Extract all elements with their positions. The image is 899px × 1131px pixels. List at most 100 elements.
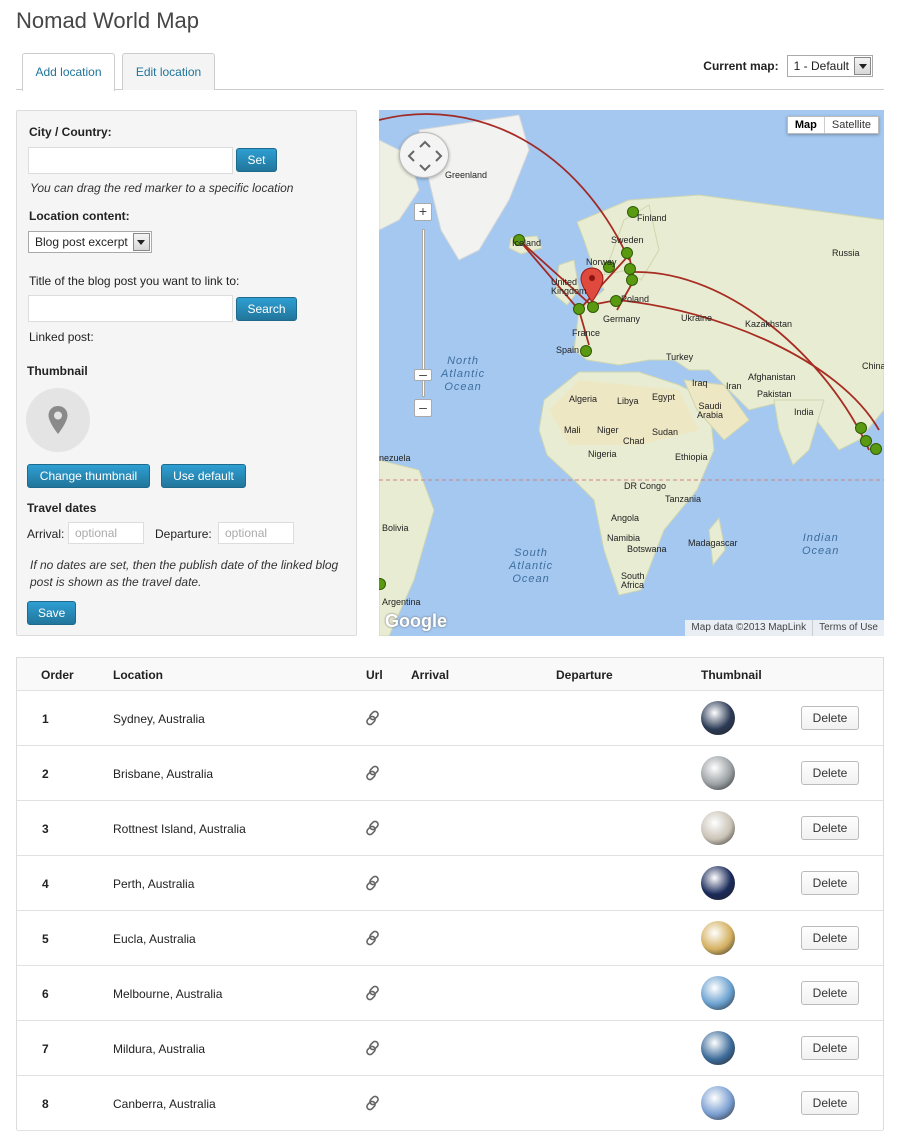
current-map-select[interactable]: 1 - Default (786, 55, 873, 77)
ocean-label-south-atlantic: South Atlantic Ocean (509, 547, 554, 585)
delete-button[interactable]: Delete (801, 816, 859, 840)
use-default-button[interactable]: Use default (161, 464, 246, 488)
link-icon[interactable] (364, 874, 382, 892)
map-label-mali: Mali (564, 425, 581, 435)
row-thumbnail (701, 976, 735, 1010)
header-thumbnail: Thumbnail (701, 668, 762, 682)
map-label-ethiopia: Ethiopia (675, 452, 708, 462)
page-title: Nomad World Map (16, 8, 199, 33)
link-icon[interactable] (364, 819, 382, 837)
city-country-input[interactable] (28, 147, 233, 174)
current-map-selector: Current map: 1 - Default (703, 54, 873, 78)
table-row: 1 Sydney, Australia Delete (17, 691, 883, 746)
map-label-norway: Norway (586, 257, 617, 267)
map-label-tanzania: Tanzania (665, 494, 702, 504)
thumbnail-heading: Thumbnail (27, 364, 88, 378)
delete-button[interactable]: Delete (801, 1091, 859, 1115)
map-label-madagascar: Madagascar (688, 538, 738, 548)
map-label-iran: Iran (726, 381, 742, 391)
row-order: 1 (42, 712, 49, 726)
table-row: 2 Brisbane, Australia Delete (17, 746, 883, 801)
save-button[interactable]: Save (27, 601, 76, 625)
drag-marker-hint: You can drag the red marker to a specifi… (30, 181, 294, 195)
chevron-down-icon (854, 57, 871, 75)
departure-label: Departure: (155, 527, 212, 541)
map-label-spain: Spain (556, 345, 580, 355)
tab-edit-location[interactable]: Edit location (122, 53, 215, 90)
map-label-poland: Poland (621, 294, 650, 304)
delete-button[interactable]: Delete (801, 706, 859, 730)
chevron-down-icon (132, 233, 150, 251)
search-button[interactable]: Search (236, 297, 297, 321)
pan-arrows-icon (407, 140, 443, 172)
thumbnail-preview (26, 388, 90, 452)
row-order: 8 (42, 1097, 49, 1111)
map-label-afghanistan: Afghanistan (748, 372, 796, 382)
table-row: 5 Eucla, Australia Delete (17, 911, 883, 966)
delete-button[interactable]: Delete (801, 761, 859, 785)
map-label-china: China (862, 361, 884, 371)
link-icon[interactable] (364, 984, 382, 1002)
map-label-bolivia: Bolivia (382, 523, 409, 533)
map-label-argentina: Argentina (382, 597, 421, 607)
row-location: Rottnest Island, Australia (113, 822, 246, 836)
departure-input[interactable] (218, 522, 294, 544)
world-map[interactable]: Greenland Finland Sweden Norway Iceland … (379, 110, 884, 636)
link-icon[interactable] (364, 1039, 382, 1057)
city-country-label: City / Country: (29, 125, 112, 139)
row-thumbnail (701, 756, 735, 790)
ocean-label-indian: Indian Ocean (802, 532, 840, 557)
map-attribution: Map data ©2013 MapLink (691, 622, 807, 633)
blog-title-input[interactable] (28, 295, 233, 322)
map-pan-control[interactable] (399, 132, 449, 178)
set-button[interactable]: Set (236, 148, 277, 172)
arrival-label: Arrival: (27, 527, 65, 541)
map-type-satellite-button[interactable]: Satellite (825, 117, 878, 133)
zoom-slider-handle[interactable]: – (414, 367, 432, 381)
location-content-label: Location content: (29, 209, 130, 223)
map-label-ukraine: Ukraine (681, 313, 713, 323)
link-icon[interactable] (364, 764, 382, 782)
map-label-germany: Germany (603, 314, 641, 324)
delete-button[interactable]: Delete (801, 1036, 859, 1060)
map-label-iraq: Iraq (692, 378, 708, 388)
header-order: Order (41, 668, 74, 682)
delete-button[interactable]: Delete (801, 871, 859, 895)
arrival-input[interactable] (68, 522, 144, 544)
delete-button[interactable]: Delete (801, 926, 859, 950)
terms-of-use-link[interactable]: Terms of Use (812, 620, 884, 636)
map-label-nigeria: Nigeria (588, 449, 617, 459)
map-label-algeria: Algeria (569, 394, 598, 404)
map-label-venezuela: nezuela (379, 453, 411, 463)
zoom-out-button[interactable]: – (414, 399, 432, 417)
map-type-map-button[interactable]: Map (788, 117, 825, 133)
location-content-select[interactable]: Blog post excerpt (28, 231, 152, 253)
link-icon[interactable] (364, 709, 382, 727)
google-logo: Google (385, 611, 447, 631)
map-label-south-africa: South Africa (621, 571, 645, 590)
row-order: 7 (42, 1042, 49, 1056)
map-label-sudan: Sudan (652, 427, 679, 437)
map-footer: Map data ©2013 MapLink Terms of Use (685, 620, 884, 636)
table-row: 4 Perth, Australia Delete (17, 856, 883, 911)
header-departure: Departure (556, 668, 613, 682)
delete-button[interactable]: Delete (801, 981, 859, 1005)
map-label-kazakhstan: Kazakhstan (745, 319, 793, 329)
row-thumbnail (701, 701, 735, 735)
change-thumbnail-button[interactable]: Change thumbnail (27, 464, 150, 488)
row-order: 3 (42, 822, 49, 836)
header-location: Location (113, 668, 163, 682)
add-location-form: City / Country: Set You can drag the red… (16, 110, 357, 636)
row-thumbnail (701, 1031, 735, 1065)
row-location: Melbourne, Australia (113, 987, 223, 1001)
link-icon[interactable] (364, 929, 382, 947)
row-location: Brisbane, Australia (113, 767, 214, 781)
row-thumbnail (701, 921, 735, 955)
tab-add-location[interactable]: Add location (22, 53, 115, 91)
zoom-in-button[interactable]: + (414, 203, 432, 221)
travel-dates-hint: If no dates are set, then the publish da… (30, 558, 339, 589)
map-label-india: India (794, 407, 814, 417)
table-header: Order Location Url Arrival Departure Thu… (17, 658, 883, 691)
page: Nomad World Map Add location Edit locati… (0, 0, 899, 1131)
link-icon[interactable] (364, 1094, 382, 1112)
